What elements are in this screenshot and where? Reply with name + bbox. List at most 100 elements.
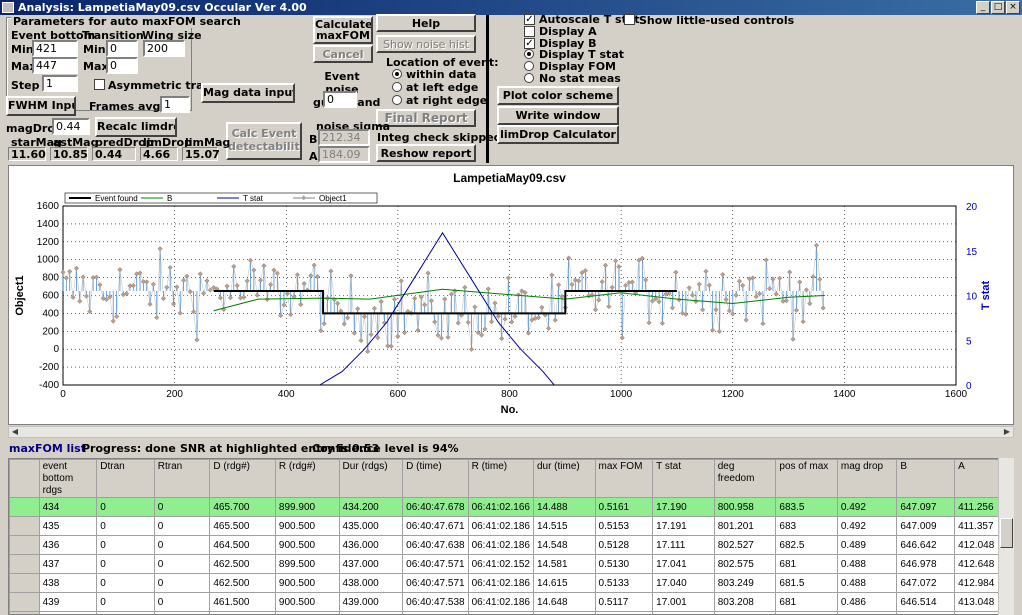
table-cell: 0.488 (836, 573, 898, 593)
chart-hscrollbar[interactable]: ◀ ▶ (8, 426, 1014, 438)
table-cell: 0.492 (836, 516, 898, 536)
show-little-used-checkbox[interactable] (624, 14, 635, 25)
magdrop-input[interactable]: 0.44 (52, 118, 90, 135)
column-header[interactable]: D (time) (402, 459, 469, 498)
column-header[interactable]: B (896, 459, 956, 498)
row-header[interactable] (9, 554, 40, 574)
minimize-button[interactable]: _ (976, 1, 990, 14)
legend-label: Object1 (319, 194, 347, 203)
table-row[interactable]: 436 0 0 464.500 900.500 436.000 06:40:47.638 06… (9, 535, 1013, 555)
location-radio[interactable] (392, 82, 402, 92)
table-vscrollbar[interactable] (998, 458, 1014, 615)
stat-value: 11.60 (8, 147, 46, 161)
help-button[interactable]: Help (376, 14, 476, 32)
column-header[interactable]: event bottom rdgs (38, 459, 98, 498)
column-header[interactable]: Dur (rdgs) (338, 459, 404, 498)
table-cell: 900.500 (274, 535, 340, 555)
table-cell: 0.5128 (594, 535, 654, 555)
radio-dot (395, 72, 399, 76)
mag-data-input-button[interactable]: Mag data input (201, 83, 295, 103)
title-bar: Analysis: LampetiaMay09.csv Occular Ver … (0, 0, 1022, 15)
y-tick-label: 1200 (37, 237, 60, 248)
stat-value: 0.44 (92, 147, 136, 161)
y-tick-label: -400 (39, 380, 59, 391)
display-radio[interactable] (524, 49, 534, 60)
trans-max-input[interactable]: 0 (106, 57, 138, 74)
y-tick-label: 0 (53, 344, 59, 355)
location-radio[interactable] (392, 69, 402, 79)
params-group-title: Parameters for auto maxFOM search (11, 15, 243, 28)
trans-min-input[interactable]: 0 (106, 40, 138, 57)
column-header[interactable]: mag drop (836, 459, 898, 498)
table-cell: 06:41:02.186 (467, 592, 534, 612)
column-header[interactable]: Dtran (96, 459, 155, 498)
scroll-right-icon[interactable]: ▶ (1002, 427, 1012, 437)
column-header[interactable]: dur (time) (532, 459, 596, 498)
column-header[interactable]: R (time) (467, 459, 534, 498)
table-row[interactable]: 437 0 0 462.500 899.500 437.000 06:40:47.571 06… (9, 554, 1013, 574)
row-header[interactable] (9, 535, 40, 555)
table-row[interactable]: 439 0 0 461.500 900.500 439.000 06:40:47.538 06… (9, 592, 1013, 612)
scroll-left-icon[interactable]: ◀ (10, 427, 20, 437)
table-scroll-thumb[interactable] (1000, 518, 1013, 548)
table-cell: 683.5 (775, 497, 838, 517)
asym-checkbox[interactable] (94, 79, 105, 90)
calc-event-detectability-button[interactable]: Calc Event detectability (226, 122, 302, 160)
table-cell: 0 (96, 535, 155, 555)
fwhm-input-button[interactable]: FWHM Input (6, 96, 76, 116)
y2-tick-label: 15 (966, 247, 978, 258)
display-checkbox[interactable]: ✓ (524, 14, 535, 25)
table-cell: 437 (38, 554, 98, 574)
table-cell: 0 (96, 497, 155, 517)
table-row[interactable]: 438 0 0 462.500 900.500 438.000 06:40:47.571 06… (9, 573, 1013, 593)
column-header[interactable]: R (rdg#) (274, 459, 340, 498)
limdrop-calculator-button[interactable]: limDrop Calculator (497, 125, 619, 144)
column-header[interactable]: T stat (652, 459, 715, 498)
table-row[interactable]: 44000460.500900.500440.00006:40:47.50406… (9, 611, 1013, 614)
plot-color-scheme-button[interactable]: Plot color scheme (497, 86, 619, 105)
row-header[interactable] (9, 497, 40, 517)
location-radio[interactable] (392, 95, 402, 105)
row-header[interactable] (9, 592, 40, 612)
table-cell: 434.200 (338, 497, 404, 517)
table-cell: 647.097 (896, 497, 956, 517)
write-window-button[interactable]: Write window (497, 106, 619, 125)
column-header[interactable]: max FOM (594, 459, 654, 498)
display-radio[interactable] (524, 61, 534, 72)
column-header[interactable]: Rtran (153, 459, 211, 498)
row-header[interactable] (9, 573, 40, 593)
recalc-limdrop-button[interactable]: Recalc limdrop (95, 117, 177, 137)
row-header[interactable] (9, 611, 40, 614)
table-cell: 0 (96, 592, 155, 612)
table-cell: 17.111 (652, 535, 715, 555)
table-cell: 437.000 (338, 554, 404, 574)
display-checkbox[interactable] (524, 25, 535, 37)
event-min-input[interactable]: 421 (32, 40, 78, 57)
table-row[interactable]: 435 0 0 465.500 900.500 435.000 06:40:47.671 06… (9, 516, 1013, 536)
show-noise-hist-button[interactable]: Show noise hist (376, 35, 476, 53)
row-header[interactable] (9, 516, 40, 536)
lightcurve-chart[interactable]: 0 200 400 600 800 1000 1200 1400 1600-400-200020… (9, 166, 1013, 424)
calculate-maxfom-button[interactable]: Calculate maxFOM (313, 16, 373, 44)
x-tick-label: 1000 (610, 389, 633, 400)
frames-avgd-input[interactable]: 1 (160, 96, 190, 113)
cancel-button[interactable]: Cancel (313, 45, 373, 63)
reshow-report-button[interactable]: Reshow report (376, 144, 476, 162)
maximize-button[interactable]: □ (991, 1, 1005, 14)
column-header[interactable]: pos of max (775, 459, 838, 498)
legend-label: Event found (95, 194, 138, 203)
table-row[interactable]: 434 0 0 465.700 899.900 434.200 06:40:47.678 06… (9, 497, 1013, 517)
wing-size-input[interactable]: 200 (143, 40, 185, 57)
guardband-input[interactable]: 0 (323, 91, 357, 108)
close-button[interactable]: × (1006, 1, 1020, 14)
step-input[interactable]: 1 (42, 75, 78, 92)
display-checkbox[interactable]: ✓ (524, 37, 535, 49)
table-cell: 17.001 (652, 592, 715, 612)
display-radio[interactable] (524, 73, 534, 83)
column-header[interactable]: deg freedom (713, 459, 777, 498)
noise-b-label: B (309, 133, 318, 146)
legend-label: B (167, 194, 172, 203)
event-max-input[interactable]: 447 (32, 57, 78, 74)
final-report-button[interactable]: Final Report (376, 109, 476, 127)
column-header[interactable]: D (rdg#) (209, 459, 276, 498)
